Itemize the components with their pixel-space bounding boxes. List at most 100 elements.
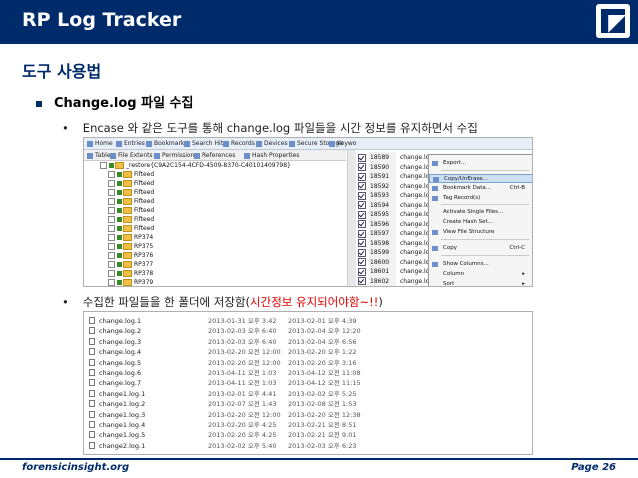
encase-tab[interactable]: Search Hits [184, 139, 226, 148]
context-menu-item[interactable]: View File Structure [429, 228, 532, 237]
checkbox-icon[interactable] [358, 277, 366, 285]
context-menu-item[interactable]: Create Hash Set... [429, 218, 532, 227]
checkbox-icon[interactable] [117, 235, 122, 240]
checkbox-icon[interactable] [117, 262, 122, 267]
checkbox-icon[interactable] [358, 210, 366, 219]
tree-row[interactable]: Fifteed [108, 197, 154, 206]
context-menu-item[interactable]: Sort ▸ [429, 280, 532, 286]
tree-row[interactable]: Fifteed [108, 179, 154, 188]
file-row[interactable]: change2.log.1 2013-02-02 오후 5:40 2013-02-0… [84, 441, 532, 451]
expand-icon[interactable] [108, 234, 115, 241]
checkbox-icon[interactable] [358, 172, 366, 181]
encase-tab[interactable]: Home [87, 139, 113, 148]
encase-tab[interactable]: Entries [116, 139, 145, 148]
tree-row[interactable]: RP377 [108, 260, 153, 269]
encase-subtab[interactable]: References [194, 151, 235, 160]
square-bullet-icon [36, 100, 42, 107]
checkbox-icon[interactable] [117, 181, 122, 186]
file-row[interactable]: change1.log.1 2013-02-01 오후 4:41 2013-02-0… [84, 389, 532, 399]
menu-item-shortcut: ▸ [522, 271, 525, 277]
menu-item-icon [432, 262, 438, 267]
expand-icon[interactable] [108, 252, 115, 259]
checkbox-icon[interactable] [117, 190, 122, 195]
checkbox-icon[interactable] [117, 172, 122, 177]
checkbox-icon[interactable] [109, 163, 114, 168]
context-menu-item[interactable]: Column ▸ [429, 270, 532, 279]
checkbox-icon[interactable] [117, 271, 122, 276]
encase-subtab[interactable]: Table [87, 151, 111, 160]
expand-icon[interactable] [108, 180, 115, 187]
checkbox-icon[interactable] [358, 229, 366, 238]
context-menu-item[interactable]: Tag Record(s) [429, 194, 532, 203]
tree-row[interactable]: Fifteed [108, 215, 154, 224]
checkbox-icon[interactable] [117, 253, 122, 258]
tree-row[interactable]: RP379 [108, 278, 153, 286]
checkbox-icon[interactable] [117, 280, 122, 285]
encase-subtab[interactable]: Permissions [154, 151, 198, 160]
checkbox-icon[interactable] [358, 248, 366, 257]
expand-icon[interactable] [108, 216, 115, 223]
tree-row[interactable]: _restore{C9A2C154-4CFD-4509-8370-C401014… [100, 161, 291, 170]
expand-icon[interactable] [108, 270, 115, 277]
tree-row[interactable]: RP376 [108, 251, 153, 260]
expand-icon[interactable] [108, 198, 115, 205]
checkbox-icon[interactable] [358, 163, 366, 171]
tree-row[interactable]: Fifteed [108, 170, 154, 179]
checkbox-icon[interactable] [358, 201, 366, 209]
file-date-created: 2013-02-03 오후 6:40 [208, 327, 277, 336]
expand-icon[interactable] [100, 162, 107, 169]
checkbox-icon[interactable] [358, 239, 366, 247]
expand-icon[interactable] [108, 261, 115, 268]
expand-icon[interactable] [108, 279, 115, 286]
file-row[interactable]: change1.log.3 2013-02-20 오전 12:00 2013-02-… [84, 410, 532, 420]
file-row[interactable]: change.log.2 2013-02-03 오후 6:40 2013-02-04… [84, 326, 532, 336]
tree-row[interactable]: Fifteed [108, 224, 154, 233]
file-row[interactable]: change.log.4 2013-02-20 오전 12:00 2013-02-2… [84, 347, 532, 357]
checkbox-icon[interactable] [358, 182, 366, 190]
encase-subtab[interactable]: File Extents [110, 151, 153, 160]
encase-tab[interactable]: Devices [256, 139, 288, 148]
checkbox-icon[interactable] [117, 244, 122, 249]
context-menu-item[interactable]: Export... [429, 159, 532, 168]
expand-icon[interactable] [108, 189, 115, 196]
file-name: change.log.2 [99, 327, 142, 336]
context-menu-item[interactable]: Copy Ctrl-C [429, 244, 532, 253]
checkbox-icon[interactable] [117, 217, 122, 222]
file-row[interactable]: change1.log.2 2013-02-07 오전 1:43 2013-02-0… [84, 399, 532, 409]
file-row[interactable]: change1.log.5 2013-02-20 오후 4:25 2013-02-2… [84, 430, 532, 440]
encase-tab[interactable]: Records [223, 139, 255, 148]
encase-tab[interactable]: Bookmarks [146, 139, 188, 148]
tree-row[interactable]: Fifteed [108, 188, 154, 197]
tree-row[interactable]: RP375 [108, 242, 153, 251]
file-date-modified: 2013-04-12 오전 11:08 [288, 369, 361, 377]
file-row[interactable]: change.log.6 2013-04-11 오전 1:03 2013-04-12… [84, 368, 532, 378]
checkbox-icon[interactable] [358, 267, 366, 276]
context-menu-item[interactable]: Activate Single Files... [429, 208, 532, 217]
file-row[interactable]: change1.log.4 2013-02-20 오후 4:25 2013-02-2… [84, 420, 532, 430]
context-menu-item[interactable]: Bookmark Data... Ctrl-B [429, 184, 532, 193]
tree-row[interactable]: RP374 [108, 233, 153, 242]
expand-icon[interactable] [108, 171, 115, 178]
file-row[interactable]: change.log.3 2013-02-03 오후 6:40 2013-02-04… [84, 337, 532, 347]
file-row[interactable]: change.log.5 2013-02-20 오전 12:00 2013-02-2… [84, 358, 532, 368]
file-row[interactable]: change.log.7 2013-04-11 오전 1:03 2013-04-12… [84, 378, 532, 388]
checkbox-icon[interactable] [358, 258, 366, 266]
expand-icon[interactable] [108, 207, 115, 214]
checkbox-icon[interactable] [117, 199, 122, 204]
context-menu-item[interactable]: Copy/UnErase... [429, 174, 532, 183]
context-menu-item[interactable]: Show Columns... [429, 260, 532, 269]
checkbox-icon[interactable] [358, 220, 366, 228]
expand-icon[interactable] [108, 225, 115, 232]
encase-tabbar: Home Entries Bookmarks Search Hits Records De… [84, 138, 532, 150]
encase-subtab[interactable]: Hash Properties [244, 151, 299, 160]
file-row[interactable]: change.log.1 2013-01-31 오후 3:42 2013-02-01… [84, 316, 532, 326]
tree-row[interactable]: Fifteed [108, 206, 154, 215]
checkbox-icon[interactable] [117, 226, 122, 231]
checkbox-icon[interactable] [117, 208, 122, 213]
encase-tab[interactable]: Keywo [329, 139, 356, 148]
checkbox-icon[interactable] [358, 153, 366, 162]
tree-row[interactable]: RP378 [108, 269, 153, 278]
tree-scrollbar[interactable] [347, 150, 356, 286]
expand-icon[interactable] [108, 243, 115, 250]
checkbox-icon[interactable] [358, 191, 366, 200]
